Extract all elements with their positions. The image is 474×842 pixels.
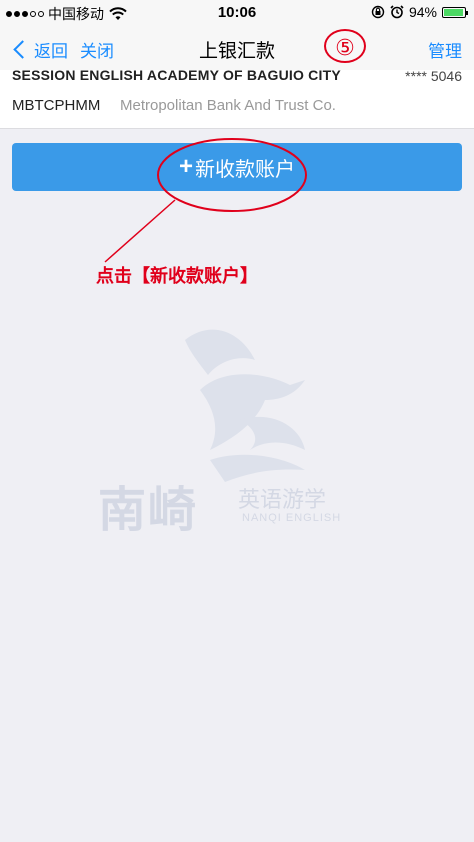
battery-percent: 94% (408, 4, 437, 20)
new-payee-label: 新收款账户 (195, 158, 295, 181)
battery-icon (442, 6, 468, 18)
status-bar: 中国移动 10:06 94% (0, 0, 474, 26)
new-payee-button[interactable]: + 新收款账户 (12, 143, 462, 191)
step-marker: ⑤ (324, 29, 366, 63)
payee-account-item[interactable]: SESSION ENGLISH ACADEMY OF BAGUIO CITY *… (0, 70, 474, 129)
bank-name: Metropolitan Bank And Trust Co. (120, 97, 336, 114)
manage-button[interactable]: 管理 (428, 37, 462, 62)
nav-bar: 返回 关闭 上银汇款 ⑤ 管理 (0, 26, 474, 71)
watermark-subtext: 英语游学 (238, 487, 327, 512)
account-number: **** 5046 (405, 70, 462, 84)
battery-fill (444, 8, 463, 16)
annotation-text: 点击【新收款账户】 (96, 266, 258, 286)
swift-code: MBTCPHMM (12, 97, 101, 114)
status-right: 94% (371, 4, 468, 20)
page-title: 上银汇款 (198, 41, 275, 62)
annotation-pointer-line (104, 199, 176, 263)
plus-icon: + (178, 153, 193, 180)
lock-rotation-icon (371, 5, 385, 19)
watermark-english: NANQI ENGLISH (242, 512, 342, 524)
account-name: SESSION ENGLISH ACADEMY OF BAGUIO CITY (12, 70, 341, 83)
watermark-logo-text: 南崎 (98, 484, 199, 537)
alarm-icon (390, 5, 404, 19)
